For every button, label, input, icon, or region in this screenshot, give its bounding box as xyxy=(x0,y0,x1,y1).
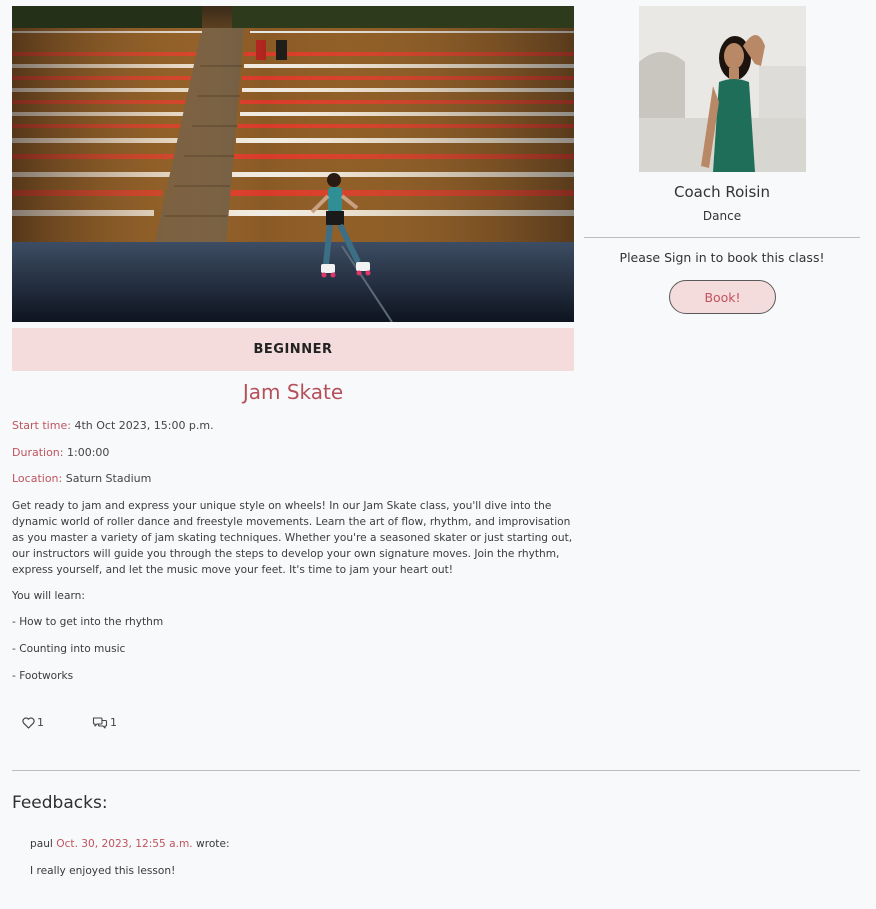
learn-item: - Footworks xyxy=(12,670,74,682)
comment-count: 1 xyxy=(110,716,117,729)
learn-item: - How to get into the rhythm xyxy=(12,616,164,628)
coach-photo xyxy=(639,6,806,172)
level-badge: BEGINNER xyxy=(12,328,574,371)
duration-label: Duration xyxy=(12,446,60,459)
location-row: Location: Saturn Stadium xyxy=(12,472,152,485)
class-detail-page: BEGINNER Jam Skate Start time: 4th Oct 2… xyxy=(0,0,876,909)
heart-icon xyxy=(22,716,35,729)
learn-item: - Counting into music xyxy=(12,643,126,655)
start-time-row: Start time: 4th Oct 2023, 15:00 p.m. xyxy=(12,419,214,432)
comments-icon xyxy=(92,716,108,729)
like-count: 1 xyxy=(37,716,44,729)
feedback-date: Oct. 30, 2023, 12:55 a.m. xyxy=(56,838,193,850)
feedback-author: paul xyxy=(30,838,53,850)
comments-button[interactable]: 1 xyxy=(92,716,117,729)
duration-value: 1:00:00 xyxy=(67,446,110,459)
like-button[interactable]: 1 xyxy=(22,716,44,729)
coach-specialty: Dance xyxy=(702,209,742,223)
feedbacks-heading: Feedbacks: xyxy=(12,793,108,813)
start-time-value: 4th Oct 2023, 15:00 p.m. xyxy=(74,419,214,432)
location-value: Saturn Stadium xyxy=(65,472,152,485)
class-hero-image xyxy=(12,6,574,322)
feedback-suffix: wrote: xyxy=(196,838,230,850)
feedback-text: I really enjoyed this lesson! xyxy=(30,865,176,877)
duration-row: Duration: 1:00:00 xyxy=(12,446,110,459)
start-time-label: Start time xyxy=(12,419,68,432)
book-button[interactable]: Book! xyxy=(669,280,776,314)
feedback-meta: paul Oct. 30, 2023, 12:55 a.m. wrote: xyxy=(30,838,230,850)
learn-heading: You will learn: xyxy=(12,590,85,602)
section-divider xyxy=(12,770,860,771)
class-description: Get ready to jam and express your unique… xyxy=(12,500,573,576)
signin-message: Please Sign in to book this class! xyxy=(619,250,825,265)
class-title: Jam Skate xyxy=(242,380,344,404)
coach-name: Coach Roisin xyxy=(674,183,770,201)
location-label: Location xyxy=(12,472,59,485)
sidebar-divider xyxy=(584,237,860,238)
